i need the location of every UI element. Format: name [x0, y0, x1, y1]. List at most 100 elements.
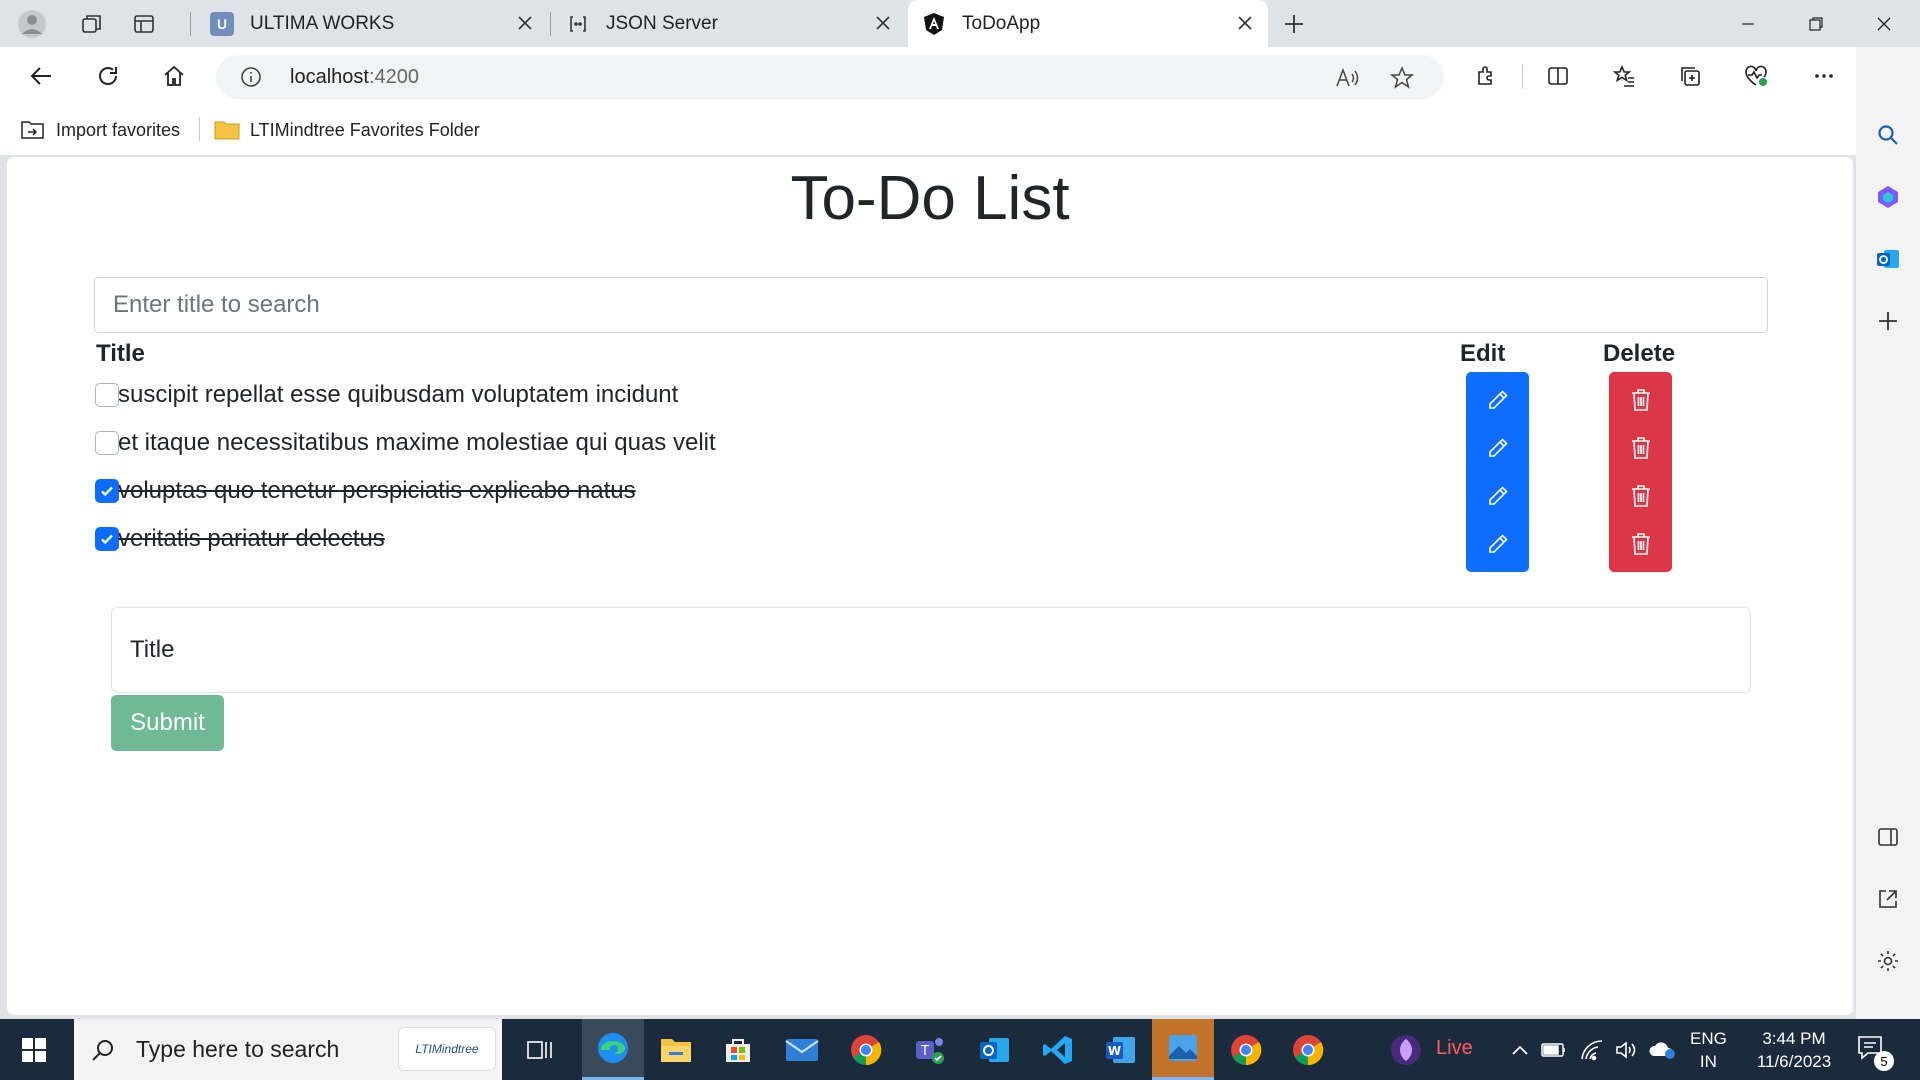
pencil-icon — [1488, 438, 1508, 457]
delete-button[interactable] — [1609, 516, 1672, 572]
trash-icon — [1631, 533, 1650, 555]
close-tab-icon[interactable] — [872, 12, 894, 34]
search-icon[interactable] — [1870, 117, 1906, 153]
favorites-bar: Import favorites LTIMindtree Favorites F… — [0, 105, 1920, 155]
trash-icon — [1631, 437, 1650, 459]
browser-tab-bar: U ULTIMA WORKS JSON Server ToDoApp — [0, 0, 1920, 47]
column-header-title: Title — [96, 340, 145, 367]
collections-icon[interactable] — [1672, 58, 1708, 94]
notifications-icon[interactable]: 5 — [1856, 1033, 1894, 1071]
new-tab-icon[interactable] — [1278, 8, 1310, 40]
close-tab-icon[interactable] — [1234, 12, 1256, 34]
volume-icon[interactable] — [1612, 1036, 1640, 1064]
tab-ultima-works[interactable]: U ULTIMA WORKS — [196, 0, 548, 47]
todo-title: et itaque necessitatibus maxime molestia… — [118, 429, 716, 456]
language-indicator[interactable]: ENG IN — [1690, 1027, 1727, 1073]
vscode-icon[interactable] — [1028, 1019, 1088, 1080]
hide-sidebar-icon[interactable] — [1870, 819, 1906, 855]
tab-label: ULTIMA WORKS — [250, 12, 395, 34]
close-window-icon[interactable] — [1850, 0, 1918, 47]
microsoft365-icon[interactable] — [1870, 179, 1906, 215]
microsoft-store-icon[interactable] — [708, 1019, 768, 1080]
outlook-taskbar-icon[interactable] — [964, 1019, 1024, 1080]
restore-icon[interactable] — [1782, 0, 1850, 47]
todo-checkbox[interactable] — [95, 431, 119, 455]
more-options-icon[interactable] — [1806, 58, 1842, 94]
favorites-icon[interactable] — [1606, 58, 1642, 94]
site-info-icon[interactable] — [240, 66, 262, 88]
tab-todoapp[interactable]: ToDoApp — [908, 0, 1268, 47]
read-aloud-icon[interactable] — [1334, 64, 1362, 92]
ltimindtree-favorites-folder[interactable]: LTIMindtree Favorites Folder — [214, 117, 480, 143]
mail-icon[interactable] — [772, 1019, 832, 1080]
ultima-favicon-icon: U — [210, 11, 234, 36]
back-icon[interactable] — [24, 58, 60, 94]
pencil-icon — [1488, 390, 1508, 409]
task-view-icon[interactable] — [510, 1019, 570, 1080]
cricket-live-icon[interactable] — [1376, 1019, 1436, 1080]
search-icon — [88, 1035, 118, 1065]
search-input[interactable] — [94, 277, 1768, 333]
teams-icon[interactable]: T — [900, 1019, 960, 1080]
sidebar-settings-icon[interactable] — [1870, 943, 1906, 979]
import-favorites-link[interactable]: Import favorites — [20, 117, 180, 143]
windows-start-icon[interactable] — [14, 1033, 54, 1067]
folder-icon — [214, 119, 240, 141]
checkmark-icon — [101, 534, 113, 545]
onedrive-icon[interactable] — [1648, 1036, 1676, 1064]
todo-title: veritatis pariatur delectus — [118, 525, 385, 552]
submit-button[interactable]: Submit — [111, 695, 224, 751]
address-bar[interactable]: localhost:4200 — [216, 55, 1444, 99]
workspaces-icon[interactable] — [76, 8, 108, 40]
taskbar-search-text: Type here to search — [136, 1036, 340, 1062]
file-explorer-icon[interactable] — [646, 1019, 706, 1080]
add-sidebar-app-icon[interactable] — [1870, 303, 1906, 339]
notification-count: 5 — [1874, 1051, 1894, 1071]
tab-label: JSON Server — [606, 12, 718, 34]
todo-checkbox[interactable] — [95, 383, 119, 407]
tab-actions-icon[interactable] — [128, 8, 160, 40]
favorite-star-icon[interactable] — [1388, 64, 1416, 92]
chrome-icon[interactable] — [836, 1019, 896, 1080]
checkmark-icon — [101, 486, 113, 497]
browser-toolbar: localhost:4200 — [0, 47, 1920, 105]
svg-text:W: W — [1108, 1044, 1121, 1058]
todo-checkbox-checked[interactable] — [95, 527, 119, 551]
open-external-icon[interactable] — [1870, 881, 1906, 917]
outlook-icon[interactable] — [1870, 241, 1906, 277]
page-title: To-Do List — [790, 164, 1070, 233]
battery-icon[interactable] — [1540, 1036, 1568, 1064]
windows-taskbar: Type here to search LTIMindtree T W Live… — [0, 1019, 1920, 1080]
edit-button[interactable] — [1466, 516, 1529, 572]
pencil-icon — [1488, 534, 1508, 553]
profile-avatar-icon[interactable] — [16, 8, 48, 40]
word-icon[interactable]: W — [1090, 1019, 1150, 1080]
chrome-icon[interactable] — [1216, 1019, 1276, 1080]
todo-checkbox-checked[interactable] — [95, 479, 119, 503]
chrome-icon[interactable] — [1278, 1019, 1338, 1080]
refresh-icon[interactable] — [90, 58, 126, 94]
live-label: Live — [1436, 1037, 1473, 1059]
browser-essentials-icon[interactable] — [1738, 58, 1774, 94]
extensions-icon[interactable] — [1469, 58, 1505, 94]
pencil-icon — [1488, 486, 1508, 505]
minimize-icon[interactable] — [1714, 0, 1782, 47]
trash-icon — [1631, 485, 1650, 507]
taskbar-clock[interactable]: 3:44 PM 11/6/2023 — [1742, 1027, 1846, 1073]
angular-favicon-icon — [922, 12, 946, 36]
close-tab-icon[interactable] — [514, 12, 536, 34]
show-hidden-icons-icon[interactable] — [1506, 1036, 1534, 1064]
split-screen-icon[interactable] — [1540, 58, 1576, 94]
edge-taskbar-icon[interactable] — [582, 1019, 644, 1080]
column-header-delete: Delete — [1603, 340, 1676, 367]
import-favorites-icon — [20, 119, 46, 141]
clock-time: 3:44 PM — [1762, 1029, 1826, 1048]
photos-app-icon[interactable] — [1152, 1019, 1214, 1080]
column-header-edit: Edit — [1460, 340, 1506, 367]
taskbar-search-box[interactable]: Type here to search LTIMindtree — [74, 1019, 502, 1080]
new-todo-title-input[interactable]: Title — [111, 607, 1751, 693]
toolbar-separator — [1522, 65, 1523, 89]
tab-json-server[interactable]: JSON Server — [552, 0, 906, 47]
home-icon[interactable] — [156, 58, 192, 94]
wifi-icon[interactable] — [1578, 1036, 1606, 1064]
